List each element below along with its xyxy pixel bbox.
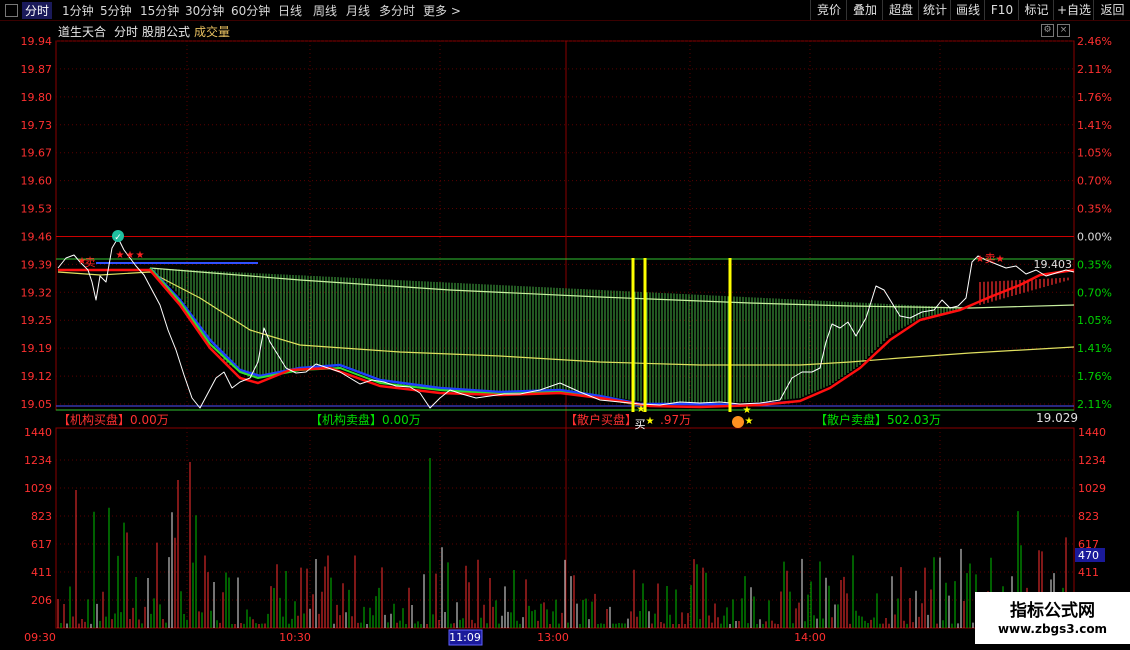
time-axis-label: 14:00: [794, 631, 826, 644]
inst-buy-label: 【机构买盘】0.00万: [58, 413, 169, 427]
percent-axis-label: 2.11%: [1077, 398, 1112, 411]
percent-axis-label: 1.76%: [1077, 370, 1112, 383]
star-icon: ★: [126, 250, 135, 261]
percent-axis-label: 0.00%: [1077, 230, 1112, 243]
price-axis-label: 19.25: [21, 314, 53, 327]
percent-axis-label: 2.11%: [1077, 63, 1112, 76]
price-axis-label: 19.05: [21, 398, 53, 411]
warning-icon: [732, 416, 744, 428]
star-icon: ★: [976, 254, 985, 265]
star-icon: ★: [136, 250, 145, 261]
percent-axis-label: 1.76%: [1077, 91, 1112, 104]
sell-marker: 卖: [985, 252, 996, 265]
star-icon: ★: [743, 405, 752, 416]
price-axis-label: 19.87: [21, 63, 53, 76]
price-axis-label: 19.46: [21, 230, 53, 243]
volume-right-label: 1029: [1078, 482, 1106, 495]
watermark-title: 指标公式网: [1010, 601, 1095, 621]
volume-axis-label: 1234: [24, 454, 52, 467]
inst-sell-label: 【机构卖盘】0.00万: [310, 413, 421, 427]
volume-right-label: 411: [1078, 566, 1099, 579]
time-axis-label: 09:30: [24, 631, 56, 644]
star-icon: ★: [116, 250, 125, 261]
price-axis-label: 19.12: [21, 370, 53, 383]
price-axis-label: 19.53: [21, 203, 53, 216]
current-price-label: 19.403: [1034, 258, 1073, 271]
sell-marker: 卖: [85, 256, 96, 269]
retail-buy-label: 【散户买盘】: [565, 413, 638, 427]
site-watermark: 指标公式网 www.zbgs3.com: [975, 592, 1130, 644]
volume-axis-label: 617: [31, 538, 52, 551]
current-volume-label: 470: [1078, 549, 1099, 562]
price-axis-label: 19.67: [21, 147, 53, 160]
price-axis-label: 19.32: [21, 286, 53, 299]
volume-right-label: 823: [1078, 510, 1099, 523]
percent-axis-label: 1.05%: [1077, 147, 1112, 160]
bottom-price: 19.029: [1036, 411, 1078, 425]
percent-axis-label: 1.41%: [1077, 119, 1112, 132]
volume-right-label: 1234: [1078, 454, 1106, 467]
percent-axis-label: 0.70%: [1077, 175, 1112, 188]
percent-axis-label: 0.35%: [1077, 203, 1112, 216]
volume-axis-label: 823: [31, 510, 52, 523]
price-axis-label: 19.39: [21, 258, 53, 271]
price-axis-label: 19.94: [21, 35, 53, 48]
percent-axis-label: 0.70%: [1077, 286, 1112, 299]
time-axis-label: 10:30: [279, 631, 311, 644]
time-axis-label: 13:00: [537, 631, 569, 644]
time-cursor-label: 11:09: [449, 631, 481, 644]
watermark-url: www.zbgs3.com: [997, 622, 1108, 636]
check-icon: ✓: [114, 233, 122, 243]
percent-axis-label: 1.05%: [1077, 314, 1112, 327]
volume-axis-label: 411: [31, 566, 52, 579]
volume-right-label: 1440: [1078, 426, 1106, 439]
percent-axis-label: 1.41%: [1077, 342, 1112, 355]
volume-axis-label: 1029: [24, 482, 52, 495]
upper-band-curve: [149, 267, 1075, 309]
star-icon: ★: [637, 404, 646, 415]
star-icon: ★: [646, 416, 655, 427]
retail-sell-label: 【散户卖盘】502.03万: [815, 413, 941, 427]
price-axis-label: 19.80: [21, 91, 53, 104]
retail-buy-value: .97万: [660, 413, 692, 427]
volume-axis-label: 1440: [24, 426, 52, 439]
price-axis-label: 19.19: [21, 342, 53, 355]
percent-axis-label: 0.35%: [1077, 258, 1112, 271]
star-icon: ★: [996, 254, 1005, 265]
price-axis-label: 19.73: [21, 119, 53, 132]
percent-axis-label: 2.46%: [1077, 35, 1112, 48]
volume-axis-label: 206: [31, 594, 52, 607]
price-axis-label: 19.60: [21, 175, 53, 188]
star-icon: ★: [745, 416, 754, 427]
intraday-chart[interactable]: 19.94 2.46% 19.87 2.11% 19.80 1.76% 19.73 1.41%…: [0, 0, 1130, 650]
